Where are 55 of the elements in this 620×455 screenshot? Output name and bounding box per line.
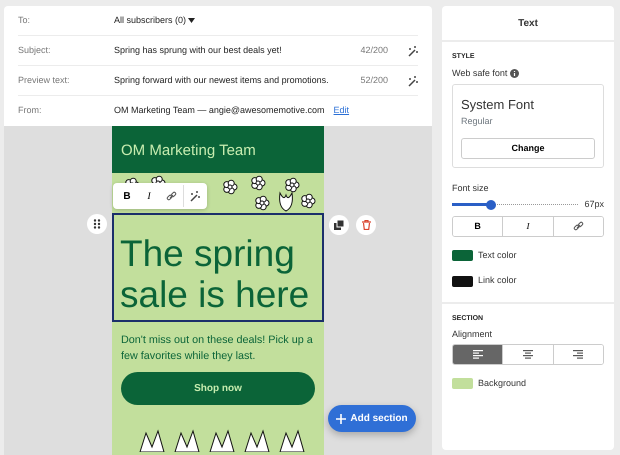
plus-icon[interactable] [336,414,346,424]
field-label: From: [18,104,42,118]
field-label: Alignment [452,328,494,342]
drag-handle-icon[interactable] [93,219,101,229]
field-label: Preview text: [18,74,71,87]
duplicate-button[interactable] [329,215,349,235]
bold-button[interactable]: B [117,185,137,207]
align-right-icon[interactable] [573,350,584,359]
magic-wand-icon[interactable] [188,190,200,202]
color-label: Link color [478,274,517,288]
caret-icon[interactable] [188,18,196,23]
font-name: System Font [461,96,535,114]
field-label: Font size [452,182,490,195]
color-swatch[interactable] [452,250,473,261]
align-left-icon[interactable] [472,350,483,359]
duplicate-icon[interactable] [334,220,344,230]
delete-button[interactable] [356,215,376,235]
change-button[interactable]: Change [461,138,595,159]
field-label: To: [18,14,32,27]
align-center-icon[interactable] [522,350,533,359]
font-size-slider[interactable] [452,198,578,210]
link-icon[interactable] [166,190,176,202]
size-reading: 67px [584,198,604,211]
field-label: Web safe font [452,66,508,80]
drag-handle[interactable] [87,214,107,234]
field-value[interactable]: Spring has sprung with our best deals yet! [114,44,282,55]
info-icon [510,68,519,78]
add-section-button[interactable]: Add section [328,405,416,432]
char-count: 52/200 [359,74,388,87]
shop-now-button[interactable]: Shop now [121,372,315,406]
color-swatch[interactable] [452,276,473,286]
edit-link[interactable]: Edit [334,104,350,118]
magic-wand-icon[interactable] [406,44,418,56]
link-button[interactable] [552,216,603,236]
link-icon[interactable] [572,220,584,232]
align-right-button[interactable] [552,345,603,364]
field-label: Subject: [18,44,52,57]
magic-wand-icon[interactable] [406,74,418,86]
sender-text: OM Marketing Team — angie@awesomemotive.com [114,104,325,118]
slider-thumb[interactable] [486,200,496,210]
font-weight-label: Regular [461,114,494,128]
align-left-button[interactable] [453,345,502,364]
trash-icon[interactable] [362,220,370,230]
magic-wand-button[interactable] [183,185,203,207]
panel-title: Text [442,6,614,42]
headline[interactable]: The spring sale is here [112,213,324,322]
color-swatch[interactable] [452,378,473,390]
brand-header: OM Marketing Team [112,126,324,173]
body-text: Don't miss out on these deals! Pick up a few favorites while they last. [120,332,314,364]
char-count: 42/200 [359,44,388,57]
color-label: Text color [478,248,517,262]
color-label: Background [478,377,526,390]
italic-button[interactable]: I [139,185,159,207]
field-value[interactable]: Spring forward with our newest items and promotions. [114,74,329,85]
recipient-dropdown[interactable]: All subscribers (0) [114,14,186,28]
